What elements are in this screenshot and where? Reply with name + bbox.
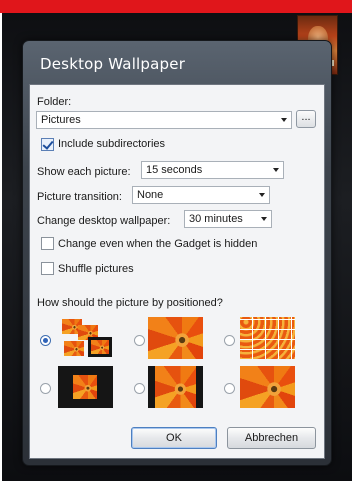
picture-transition-value: None [137, 189, 164, 201]
red-header-bar [0, 0, 352, 13]
picture-transition-label: Picture transition: [37, 191, 122, 203]
change-when-hidden-checkbox[interactable] [41, 237, 54, 250]
tiled-pattern [240, 317, 295, 359]
change-wallpaper-dropdown[interactable]: 30 minutes [184, 210, 272, 228]
chevron-down-icon [281, 118, 287, 122]
ok-button[interactable]: OK [131, 427, 217, 449]
position-preview-center-black-frame[interactable] [58, 366, 113, 408]
show-each-picture-dropdown[interactable]: 15 seconds [141, 161, 284, 179]
tile-frame [88, 337, 112, 357]
shuffle-pictures-label: Shuffle pictures [58, 263, 134, 275]
fitted-image [155, 366, 196, 408]
shuffle-pictures-checkbox[interactable] [41, 262, 54, 275]
show-each-picture-label: Show each picture: [37, 166, 131, 178]
position-preview-tile[interactable] [240, 317, 295, 359]
chevron-down-icon [261, 217, 267, 221]
position-preview-tile-scattered[interactable] [58, 317, 113, 359]
position-radio-stretch[interactable] [224, 383, 235, 394]
position-preview-stretch[interactable] [240, 366, 295, 408]
tile-image [64, 341, 84, 356]
change-wallpaper-value: 30 minutes [189, 213, 243, 225]
tile-image [91, 340, 109, 354]
position-radio-tile-scattered[interactable] [40, 335, 51, 346]
change-wallpaper-label: Change desktop wallpaper: [37, 215, 171, 227]
window-title: Desktop Wallpaper [40, 55, 186, 73]
folder-value: Pictures [41, 114, 81, 126]
position-question-label: How should the picture by positioned? [37, 297, 223, 309]
change-when-hidden-label: Change even when the Gadget is hidden [58, 238, 258, 250]
show-each-picture-value: 15 seconds [146, 164, 203, 176]
browse-button[interactable]: ... [296, 110, 316, 128]
folder-dropdown[interactable]: Pictures [36, 111, 292, 129]
position-radio-center[interactable] [134, 335, 145, 346]
position-preview-center[interactable] [148, 317, 203, 359]
position-radio-fit-letterbox[interactable] [134, 383, 145, 394]
chevron-down-icon [273, 168, 279, 172]
centered-image [73, 375, 97, 399]
include-subdirectories-label: Include subdirectories [58, 138, 166, 150]
include-subdirectories-checkbox[interactable] [41, 138, 54, 151]
chevron-down-icon [259, 193, 265, 197]
cancel-button[interactable]: Abbrechen [227, 427, 316, 449]
picture-transition-dropdown[interactable]: None [132, 186, 270, 204]
position-preview-fit-letterbox[interactable] [148, 366, 203, 408]
folder-label: Folder: [37, 96, 72, 108]
position-radio-center-black-frame[interactable] [40, 383, 51, 394]
position-radio-tile[interactable] [224, 335, 235, 346]
